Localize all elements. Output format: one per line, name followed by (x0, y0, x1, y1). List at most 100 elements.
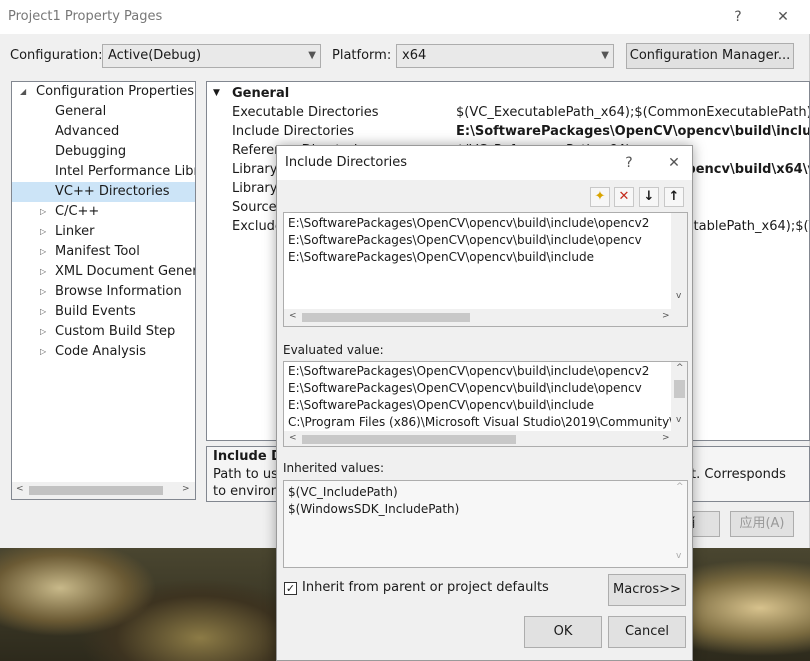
expander-closed-icon[interactable]: ▷ (40, 222, 46, 242)
tree-item[interactable]: VC++ Directories (12, 182, 195, 202)
title-bar: Project1 Property Pages ? ✕ (0, 0, 810, 34)
tree-item[interactable]: ▷ Build Events (12, 302, 195, 322)
grid-section-header[interactable]: ▼ General (207, 84, 809, 103)
include-directories-dialog: Include Directories ? ✕ ✦ ✕ ↓ ↑ E:\Softw… (276, 145, 693, 661)
configuration-label: Configuration: (10, 48, 103, 63)
tree-item-label: Intel Performance Libraries (55, 164, 195, 179)
inherited-values-list: $(VC_IncludePath) $(WindowsSDK_IncludePat… (283, 480, 688, 568)
list-item: E:\SoftwarePackages\OpenCV\opencv\build\… (288, 250, 594, 264)
list-item: $(WindowsSDK_IncludePath) (288, 502, 460, 516)
configuration-select[interactable]: Active(Debug) ▼ (102, 44, 321, 68)
expander-closed-icon[interactable]: ▷ (40, 242, 46, 262)
entries-horizontal-scrollbar[interactable]: < > (284, 309, 687, 326)
scroll-right-icon[interactable]: > (662, 433, 670, 443)
tree-horizontal-scrollbar[interactable]: < > (12, 482, 195, 499)
help-icon[interactable]: ? (727, 6, 749, 28)
move-up-icon[interactable]: ↑ (664, 187, 684, 207)
delete-icon[interactable]: ✕ (614, 187, 634, 207)
tree-item[interactable]: Debugging (12, 142, 195, 162)
tree-item[interactable]: ▷ Manifest Tool (12, 242, 195, 262)
scroll-down-icon[interactable]: v (676, 291, 681, 301)
expander-closed-icon[interactable]: ▷ (40, 342, 46, 362)
tree-item-label: Linker (55, 224, 95, 239)
evaluated-vertical-scrollbar[interactable]: ^ v (671, 362, 687, 431)
expander-closed-icon[interactable]: ▷ (40, 322, 46, 342)
scroll-right-icon[interactable]: > (662, 311, 670, 321)
grid-row-value: $(VC_ExecutablePath_x64);$(CommonExecuta… (456, 105, 810, 120)
close-icon[interactable]: ✕ (772, 6, 794, 28)
scroll-thumb[interactable] (674, 380, 685, 398)
grid-row-value: E:\SoftwarePackages\OpenCV\opencv\build\… (456, 124, 809, 139)
tree-item[interactable]: ▷ Code Analysis (12, 342, 195, 362)
evaluated-value-list: E:\SoftwarePackages\OpenCV\opencv\build\… (283, 361, 688, 447)
scroll-left-icon[interactable]: < (16, 484, 24, 494)
grid-row[interactable]: Executable Directories $(VC_ExecutablePat… (207, 103, 809, 122)
tree-root-label: Configuration Properties (36, 84, 194, 99)
dialog-title: Include Directories (285, 155, 408, 170)
chevron-down-icon: ▼ (308, 50, 316, 61)
inherited-values-label: Inherited values: (283, 461, 384, 475)
grid-row-name: Include Directories (232, 124, 355, 139)
evaluated-horizontal-scrollbar[interactable]: < > (284, 431, 687, 446)
scroll-thumb[interactable] (302, 435, 516, 444)
scroll-thumb[interactable] (29, 486, 163, 495)
move-down-icon[interactable]: ↓ (639, 187, 659, 207)
scroll-down-icon[interactable]: v (676, 551, 681, 561)
macros-button[interactable]: Macros>> (608, 574, 686, 606)
inherit-checkbox[interactable]: ✓ (284, 582, 297, 595)
grid-row[interactable]: Include Directories E:\SoftwarePackages\O… (207, 122, 809, 141)
dialog-title-bar: Include Directories ? ✕ (277, 146, 692, 180)
platform-label: Platform: (332, 48, 392, 63)
apply-button[interactable]: 应用(A) (730, 511, 794, 537)
tree-item[interactable]: ▷ C/C++ (12, 202, 195, 222)
scroll-up-icon[interactable]: ^ (676, 363, 684, 373)
chevron-down-icon[interactable]: ▼ (213, 84, 220, 103)
scroll-thumb[interactable] (302, 313, 470, 322)
expander-open-icon[interactable]: ◢ (20, 82, 26, 102)
window-title: Project1 Property Pages (8, 9, 163, 24)
list-item: E:\SoftwarePackages\OpenCV\opencv\build\… (288, 364, 650, 378)
dialog-cancel-button[interactable]: Cancel (608, 616, 686, 648)
chevron-down-icon: ▼ (601, 50, 609, 61)
platform-value: x64 (402, 48, 427, 63)
expander-closed-icon[interactable]: ▷ (40, 262, 46, 282)
configuration-value: Active(Debug) (108, 48, 202, 63)
scroll-up-icon[interactable]: ^ (676, 482, 684, 492)
scroll-left-icon[interactable]: < (289, 433, 297, 443)
platform-select[interactable]: x64 ▼ (396, 44, 614, 68)
directory-entries-list[interactable]: E:\SoftwarePackages\OpenCV\opencv\build\… (283, 212, 688, 327)
tree-item[interactable]: Advanced (12, 122, 195, 142)
scroll-down-icon[interactable]: v (676, 415, 681, 425)
configuration-manager-button[interactable]: Configuration Manager... (626, 43, 794, 69)
tree-item[interactable]: ▷ Browse Information (12, 282, 195, 302)
expander-closed-icon[interactable]: ▷ (40, 302, 46, 322)
tree-root[interactable]: ◢ Configuration Properties (12, 82, 195, 102)
evaluated-value-label: Evaluated value: (283, 343, 384, 357)
scroll-left-icon[interactable]: < (289, 311, 297, 321)
new-line-icon[interactable]: ✦ (590, 187, 610, 207)
dialog-help-icon[interactable]: ? (618, 152, 640, 174)
dialog-ok-button[interactable]: OK (524, 616, 602, 648)
tree-item[interactable]: ▷ Custom Build Step (12, 322, 195, 342)
scroll-right-icon[interactable]: > (182, 484, 190, 494)
list-item: E:\SoftwarePackages\OpenCV\opencv\build\… (288, 216, 650, 230)
tree-item[interactable]: General (12, 102, 195, 122)
list-item: $(VC_IncludePath) (288, 485, 398, 499)
tree-item[interactable]: Intel Performance Libraries (12, 162, 195, 182)
list-item: C:\Program Files (x86)\Microsoft Visual … (288, 415, 688, 429)
list-item: E:\SoftwarePackages\OpenCV\opencv\build\… (288, 398, 594, 412)
tree-item-label: Code Analysis (55, 344, 146, 359)
tree-item-label: Debugging (55, 144, 127, 159)
inherit-label[interactable]: Inherit from parent or project defaults (302, 580, 549, 595)
inherited-vertical-scrollbar[interactable]: ^ v (671, 481, 687, 567)
entries-vertical-scrollbar[interactable]: v (671, 213, 687, 309)
tree-item[interactable]: ▷ Linker (12, 222, 195, 242)
expander-closed-icon[interactable]: ▷ (40, 202, 46, 222)
expander-closed-icon[interactable]: ▷ (40, 282, 46, 302)
tree-item-label: XML Document Generator (55, 264, 195, 279)
tree-item[interactable]: ▷ XML Document Generator (12, 262, 195, 282)
tree-item-label: C/C++ (55, 204, 100, 219)
dialog-close-icon[interactable]: ✕ (663, 152, 685, 174)
list-item: E:\SoftwarePackages\OpenCV\opencv\build\… (288, 233, 642, 247)
grid-row-name: Executable Directories (232, 105, 379, 120)
